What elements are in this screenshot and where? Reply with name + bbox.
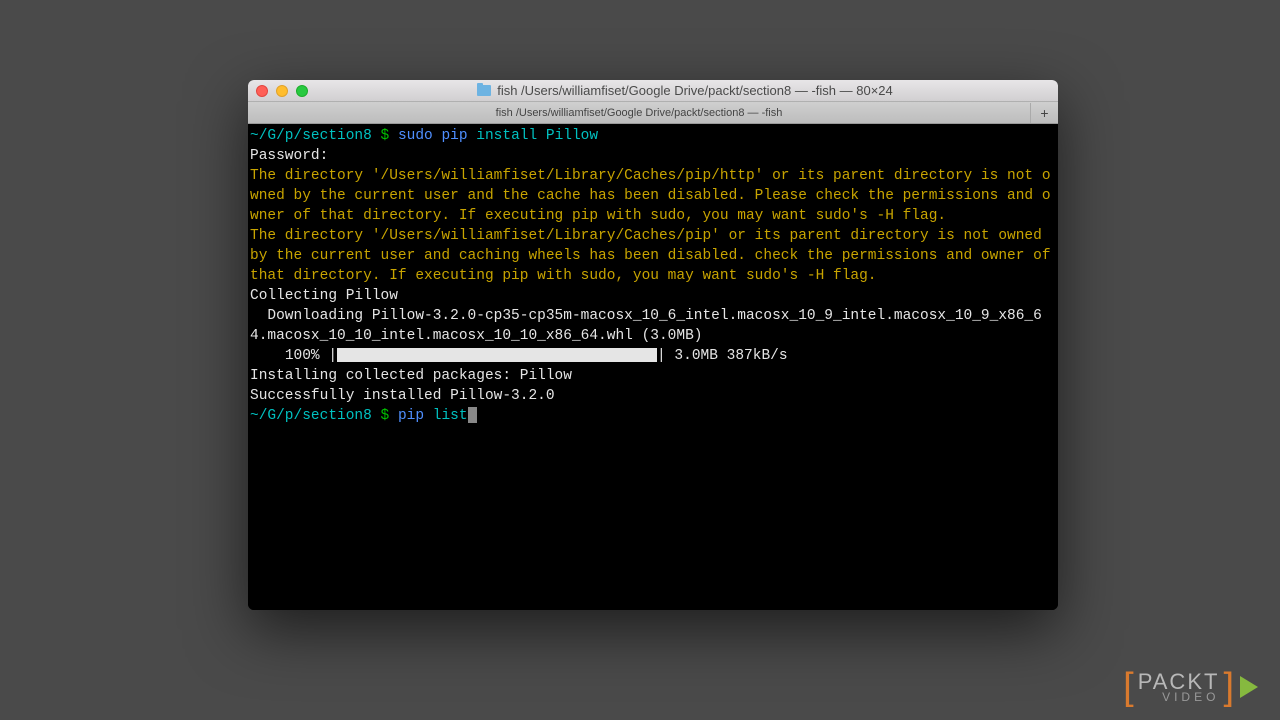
progress-bar [337,348,657,362]
progress-after: | 3.0MB 387kB/s [657,348,788,364]
minimize-icon[interactable] [276,85,288,97]
warning-2: The directory '/Users/williamfiset/Libra… [250,228,1058,284]
collecting-line: Collecting Pillow [250,288,398,304]
password-prompt: Password: [250,148,328,164]
new-tab-button[interactable]: + [1030,103,1058,123]
success-line: Successfully installed Pillow-3.2.0 [250,388,555,404]
title-text: fish /Users/williamfiset/Google Drive/pa… [497,83,893,98]
bracket-left-icon: [ [1123,668,1134,706]
tab-bar: fish /Users/williamfiset/Google Drive/pa… [248,102,1058,124]
progress-pct: 100% | [250,348,337,364]
tab-active[interactable]: fish /Users/williamfiset/Google Drive/pa… [248,104,1030,122]
play-icon [1240,676,1258,698]
bracket-right-icon: ] [1223,668,1234,706]
warning-1: The directory '/Users/williamfiset/Libra… [250,168,1051,224]
terminal-content[interactable]: ~/G/p/section8 $ sudo pip install Pillow… [248,124,1058,610]
logo-text-top: PACKT [1138,672,1220,692]
window-title: fish /Users/williamfiset/Google Drive/pa… [320,83,1050,98]
logo-text-bottom: VIDEO [1138,692,1220,703]
folder-icon [477,85,491,96]
installing-line: Installing collected packages: Pillow [250,368,572,384]
close-icon[interactable] [256,85,268,97]
cmd-args: install Pillow [476,128,598,144]
prompt-path-2: ~/G/p/section8 [250,408,372,424]
cmd-list: list [433,408,468,424]
cmd-sudo: sudo [398,128,433,144]
downloading-line: Downloading Pillow-3.2.0-cp35-cp35m-maco… [250,308,1042,344]
terminal-window: fish /Users/williamfiset/Google Drive/pa… [248,80,1058,610]
titlebar[interactable]: fish /Users/williamfiset/Google Drive/pa… [248,80,1058,102]
cursor [468,407,477,423]
cmd-pip: pip [441,128,467,144]
maximize-icon[interactable] [296,85,308,97]
traffic-lights [256,85,308,97]
prompt-symbol-2: $ [381,408,390,424]
prompt-symbol: $ [381,128,390,144]
packt-logo: [ PACKT VIDEO ] [1123,668,1258,706]
prompt-path: ~/G/p/section8 [250,128,372,144]
cmd-pip-2: pip [398,408,424,424]
